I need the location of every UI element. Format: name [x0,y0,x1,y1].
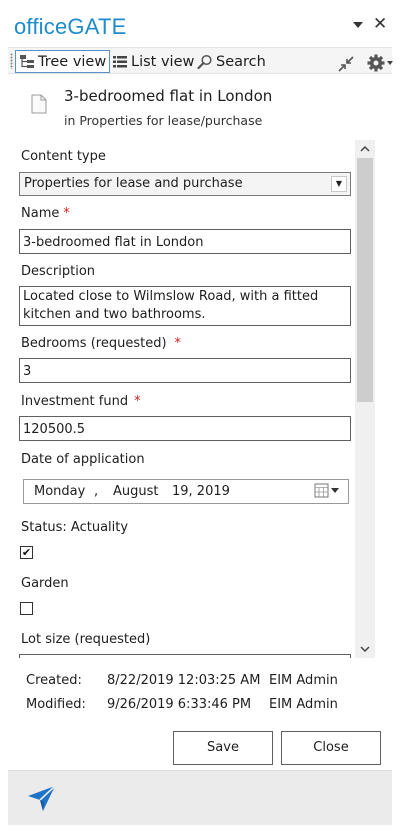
status-actuality-label: Status: Actuality [21,520,129,535]
list-view-button[interactable]: List view [109,50,197,73]
required-marker: * [63,206,70,221]
content-type-value: Properties for lease and purchase [24,176,243,191]
search-label: Search [216,53,266,70]
date-weekday[interactable]: Monday [34,484,85,499]
properties-form: Content type Properties for lease and pu… [8,138,376,658]
modified-date: 9/26/2019 6:33:46 PM [107,697,252,712]
content-type-label: Content type [21,149,106,164]
date-month[interactable]: August [113,484,159,499]
search-button[interactable]: Search [194,50,269,73]
garden-checkbox[interactable] [20,602,33,615]
collapse-arrows-icon[interactable] [334,52,361,75]
investment-fund-label: Investment fund * [21,394,141,409]
toolbar-grip[interactable] [10,53,13,69]
scroll-up-icon[interactable] [355,140,375,158]
investment-fund-field[interactable]: 120500.5 [19,416,351,441]
created-label: Created: [26,673,82,688]
close-icon[interactable]: ✕ [373,14,387,34]
save-button[interactable]: Save [173,731,273,765]
bottom-bar [8,770,392,825]
lot-size-field[interactable] [19,654,351,658]
date-separator: , [94,484,99,499]
gear-icon [367,54,393,71]
dropdown-arrow-icon[interactable]: ▼ [331,176,347,192]
toolbar: Tree view List view Search [8,47,393,75]
scrollbar-thumb[interactable] [357,158,373,402]
required-marker: * [174,336,182,351]
bedrooms-label: Bedrooms (requested) * [21,336,182,351]
bedrooms-field[interactable]: 3 [19,358,351,383]
lot-size-label: Lot size (requested) [21,632,151,647]
name-field[interactable]: 3-bedroomed flat in London [19,229,351,254]
app-title: officeGATE [14,14,127,39]
magnifier-icon [197,54,212,69]
document-icon [31,94,47,118]
date-day-year[interactable]: 19, 2019 [172,484,230,499]
created-by: EIM Admin [269,673,338,688]
settings-menu-button[interactable] [364,51,400,74]
close-button[interactable]: Close [281,731,381,765]
modified-by: EIM Admin [269,697,338,712]
content-type-select[interactable]: Properties for lease and purchase ▼ [19,172,351,196]
created-date: 8/22/2019 12:03:25 AM [107,673,261,688]
paper-plane-icon[interactable] [27,784,57,816]
list-view-label: List view [131,53,195,70]
required-marker: * [134,394,141,409]
document-title: 3-bedroomed flat in London [64,87,273,105]
description-field[interactable]: Located close to Wilmslow Road, with a f… [19,286,351,326]
status-actuality-checkbox[interactable]: ✔ [20,546,33,559]
garden-label: Garden [21,576,69,591]
document-location: in Properties for lease/purchase [64,113,263,128]
date-of-application-picker[interactable]: Monday , August 19, 2019 [23,479,349,504]
triangle-down-icon[interactable] [352,16,364,30]
name-label: Name * [21,206,70,221]
scroll-down-icon[interactable] [355,640,375,658]
modified-label: Modified: [26,697,86,712]
date-of-application-label: Date of application [21,452,145,467]
description-label: Description [21,264,96,279]
calendar-icon[interactable] [314,483,344,503]
list-view-icon [113,55,127,67]
tree-view-icon [20,54,34,68]
tree-view-label: Tree view [38,53,107,70]
tree-view-button[interactable]: Tree view [15,50,111,73]
